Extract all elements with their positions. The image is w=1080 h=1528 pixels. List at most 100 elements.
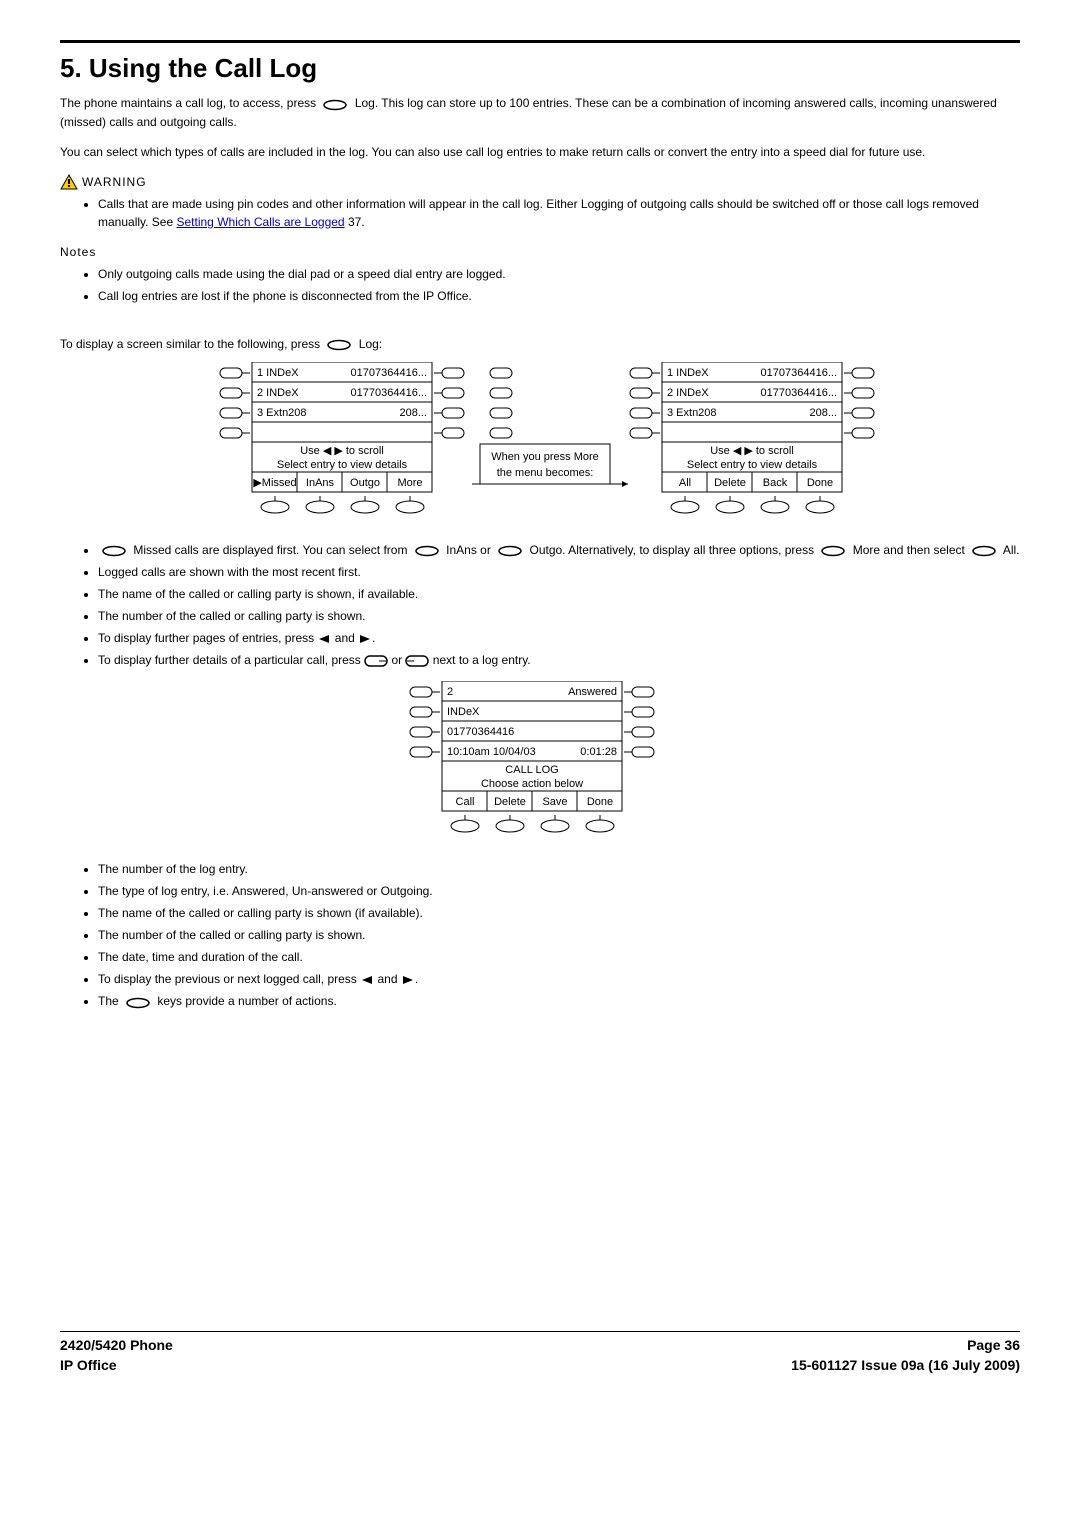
page-title: 5. Using the Call Log: [60, 49, 1020, 88]
list-item: The number of the called or calling part…: [98, 607, 1020, 625]
list-item: The date, time and duration of the call.: [98, 948, 1020, 966]
list-item: To display further details of a particul…: [98, 651, 1020, 669]
svg-text:When you press More: When you press More: [491, 451, 599, 463]
text: and: [374, 972, 401, 986]
softkey-icon: [414, 541, 440, 559]
footer-right-2: 15-601127 Issue 09a (16 July 2009): [791, 1356, 1020, 1376]
text: keys provide a number of actions.: [154, 994, 337, 1008]
text: .: [372, 631, 375, 645]
svg-text:▶Missed: ▶Missed: [253, 477, 296, 489]
svg-text:2 INDeX: 2 INDeX: [257, 387, 299, 399]
footer-rule: [60, 1331, 1020, 1332]
svg-text:Done: Done: [807, 477, 833, 489]
text: All.: [1000, 543, 1019, 557]
warning-header: WARNING: [60, 173, 1020, 191]
text: Outgo. Alternatively, to display all thr…: [526, 543, 817, 557]
text: next to a log entry.: [429, 653, 530, 667]
svg-text:01770364416...: 01770364416...: [761, 387, 837, 399]
softkey-icon: [101, 541, 127, 559]
text: or: [388, 653, 405, 667]
right-arrow-icon: [358, 631, 372, 645]
text: .: [415, 972, 418, 986]
figure-2-svg: 2Answered INDeX 01770364416 10:10am 10/0…: [390, 681, 690, 841]
footer: 2420/5420 Phone IP Office Page 36 15-601…: [60, 1336, 1020, 1375]
svg-text:Select entry to view details: Select entry to view details: [277, 459, 408, 471]
page-ref: 37: [348, 215, 361, 229]
figure-1-svg: 1 INDeX 01707364416... 2 INDeX 01770364416…: [190, 362, 890, 522]
list-item: Call log entries are lost if the phone i…: [98, 287, 1020, 305]
svg-text:1 INDeX: 1 INDeX: [257, 367, 299, 379]
text: To display further details of a particul…: [98, 653, 364, 667]
text: and: [331, 631, 358, 645]
p3-pre: To display a screen similar to the follo…: [60, 337, 323, 351]
paragraph-2: You can select which types of calls are …: [60, 143, 1020, 161]
svg-text:01707364416...: 01707364416...: [351, 367, 427, 379]
paragraph-1: The phone maintains a call log, to acces…: [60, 94, 1020, 131]
svg-text:Back: Back: [763, 477, 788, 489]
notes-label: Notes: [60, 243, 1020, 261]
display-button-left-icon: [405, 653, 429, 667]
p1-pre: The phone maintains a call log, to acces…: [60, 96, 319, 110]
svg-text:01707364416...: 01707364416...: [761, 367, 837, 379]
svg-text:Done: Done: [587, 796, 613, 808]
svg-text:Outgo: Outgo: [350, 477, 380, 489]
svg-text:1 INDeX: 1 INDeX: [667, 367, 709, 379]
figure-call-log-detail: 2Answered INDeX 01770364416 10:10am 10/0…: [60, 681, 1020, 846]
svg-text:3 Extn208: 3 Extn208: [667, 407, 717, 419]
svg-text:INDeX: INDeX: [447, 706, 480, 718]
warning-label: WARNING: [82, 173, 147, 191]
left-arrow-icon: [360, 972, 374, 986]
list-item: Missed calls are displayed first. You ca…: [98, 541, 1020, 560]
list-item: The type of log entry, i.e. Answered, Un…: [98, 882, 1020, 900]
svg-text:Call: Call: [456, 796, 475, 808]
svg-text:208...: 208...: [399, 407, 427, 419]
footer-left-2: IP Office: [60, 1356, 173, 1376]
text: To display the previous or next logged c…: [98, 972, 360, 986]
p3-post: Log:: [355, 337, 382, 351]
footer-right-1: Page 36: [791, 1336, 1020, 1356]
list-item: Logged calls are shown with the most rec…: [98, 563, 1020, 581]
svg-text:Answered: Answered: [568, 686, 617, 698]
warning-icon: [60, 174, 78, 190]
text: Missed calls are displayed first. You ca…: [130, 543, 411, 557]
list-item: The number of the called or calling part…: [98, 926, 1020, 944]
svg-text:Delete: Delete: [714, 477, 746, 489]
svg-text:Choose action below: Choose action below: [481, 778, 583, 790]
list-item: To display the previous or next logged c…: [98, 970, 1020, 988]
svg-text:All: All: [679, 477, 691, 489]
list-item: Only outgoing calls made using the dial …: [98, 265, 1020, 283]
display-button-right-icon: [364, 653, 388, 667]
svg-text:CALL LOG: CALL LOG: [505, 764, 558, 776]
svg-text:Use ◀ ▶ to scroll: Use ◀ ▶ to scroll: [300, 445, 384, 457]
svg-text:208...: 208...: [809, 407, 837, 419]
list-item: The number of the log entry.: [98, 860, 1020, 878]
warning-list: Calls that are made using pin codes and …: [60, 195, 1020, 231]
svg-text:01770364416: 01770364416: [447, 726, 514, 738]
softkey-icon: [322, 95, 348, 113]
svg-text:0:01:28: 0:01:28: [580, 746, 617, 758]
top-rule: [60, 40, 1020, 43]
softkey-icon: [125, 993, 151, 1011]
bullets-after-figure-2: The number of the log entry. The type of…: [60, 860, 1020, 1011]
svg-text:2 INDeX: 2 INDeX: [667, 387, 709, 399]
softkey-icon: [820, 541, 846, 559]
paragraph-3: To display a screen similar to the follo…: [60, 335, 1020, 354]
svg-text:InAns: InAns: [306, 477, 335, 489]
footer-left-1: 2420/5420 Phone: [60, 1336, 173, 1356]
svg-text:Select entry to view details: Select entry to view details: [687, 459, 818, 471]
svg-text:the menu becomes:: the menu becomes:: [497, 467, 594, 479]
left-arrow-icon: [317, 631, 331, 645]
svg-text:10:10am 10/04/03: 10:10am 10/04/03: [447, 746, 536, 758]
svg-text:01770364416...: 01770364416...: [351, 387, 427, 399]
softkey-icon: [497, 541, 523, 559]
text: The: [98, 994, 122, 1008]
svg-text:Save: Save: [542, 796, 567, 808]
svg-text:3 Extn208: 3 Extn208: [257, 407, 307, 419]
softkey-icon: [326, 336, 352, 354]
svg-text:Delete: Delete: [494, 796, 526, 808]
list-item: The keys provide a number of actions.: [98, 992, 1020, 1011]
figure-call-log-screens: 1 INDeX 01707364416... 2 INDeX 01770364416…: [60, 362, 1020, 527]
svg-text:More: More: [397, 477, 422, 489]
bullets-after-figure-1: Missed calls are displayed first. You ca…: [60, 541, 1020, 670]
setting-calls-logged-link[interactable]: Setting Which Calls are Logged: [177, 215, 345, 229]
